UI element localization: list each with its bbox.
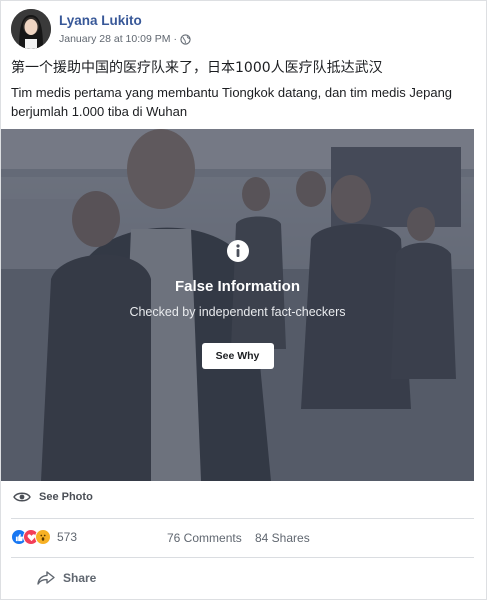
reaction-count: 573	[57, 530, 78, 544]
post-text-chinese: 第一个援助中国的医疗队来了，日本1000人医疗队抵达武汉	[11, 60, 383, 76]
avatar[interactable]	[11, 9, 51, 49]
comments-count[interactable]: 76 Comments	[167, 531, 242, 545]
see-why-button[interactable]: See Why	[201, 343, 274, 369]
fact-check-title: False Information	[174, 278, 301, 295]
globe-icon[interactable]	[180, 33, 191, 45]
info-icon	[226, 240, 249, 262]
see-photo-label: See Photo	[39, 491, 93, 503]
fact-check-subtitle: Checked by independent fact-checkers	[129, 305, 346, 319]
post-timestamp[interactable]: January 28 at 10:09 PM	[59, 33, 171, 45]
post-meta: January 28 at 10:09 PM ·	[59, 33, 191, 45]
author-name[interactable]: Lyana Lukito	[59, 13, 142, 28]
wow-reaction-icon	[35, 529, 51, 545]
share-button[interactable]: Share	[37, 571, 96, 585]
see-photo-link[interactable]: See Photo	[13, 491, 93, 503]
meta-separator: ·	[173, 33, 178, 45]
post-photo[interactable]: False Information Checked by independent…	[1, 129, 474, 481]
post-card: Lyana Lukito January 28 at 10:09 PM · 第一…	[0, 0, 487, 600]
divider	[11, 557, 474, 558]
divider	[11, 518, 474, 519]
shares-count[interactable]: 84 Shares	[255, 531, 310, 545]
post-header: Lyana Lukito January 28 at 10:09 PM ·	[11, 9, 476, 51]
fact-check-box: False Information Checked by independent…	[1, 239, 474, 369]
share-label: Share	[63, 571, 97, 585]
eye-icon	[13, 492, 31, 502]
post-text-indonesian: Tim medis pertama yang membantu Tiongkok…	[11, 85, 453, 119]
share-icon	[37, 571, 55, 585]
reactions-summary[interactable]: 573	[11, 529, 77, 545]
